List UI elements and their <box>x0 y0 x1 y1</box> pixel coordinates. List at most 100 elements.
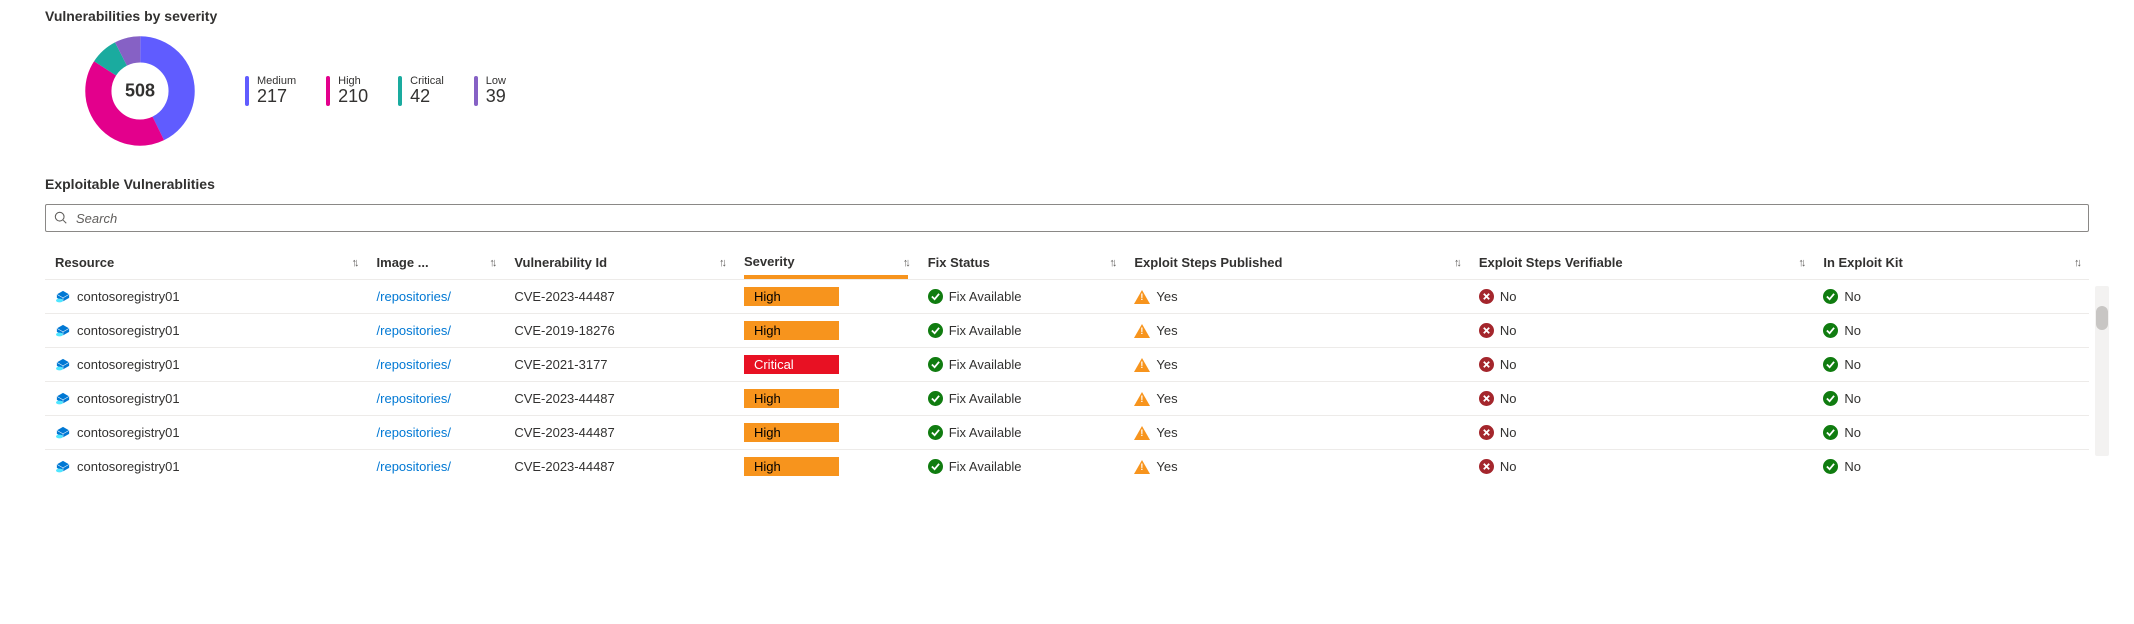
container-registry-icon <box>55 392 71 406</box>
column-kit[interactable]: In Exploit Kit↑↓ <box>1813 246 2089 280</box>
legend-value: 210 <box>338 87 368 107</box>
warning-icon <box>1134 358 1150 372</box>
table-section-title: Exploitable Vulnerablities <box>45 176 2089 192</box>
in-exploit-kit: No <box>1844 357 1861 372</box>
fix-status: Fix Available <box>949 459 1022 474</box>
check-icon <box>928 289 943 304</box>
severity-badge: High <box>744 423 839 442</box>
fix-status: Fix Available <box>949 289 1022 304</box>
image-link[interactable]: /repositories/ <box>377 425 451 440</box>
exploit-verifiable: No <box>1500 425 1517 440</box>
vuln-id: CVE-2019-18276 <box>504 314 734 348</box>
search-icon <box>54 211 68 225</box>
column-resource[interactable]: Resource↑↓ <box>45 246 367 280</box>
check-icon <box>1823 323 1838 338</box>
image-link[interactable]: /repositories/ <box>377 357 451 372</box>
container-registry-icon <box>55 426 71 440</box>
cross-icon <box>1479 459 1494 474</box>
table-row[interactable]: contosoregistry01 /repositories/ CVE-202… <box>45 348 2089 382</box>
resource-name: contosoregistry01 <box>77 323 180 338</box>
exploit-verifiable: No <box>1500 323 1517 338</box>
legend-item-high[interactable]: High 210 <box>326 75 368 107</box>
resource-name: contosoregistry01 <box>77 289 180 304</box>
donut-total: 508 <box>125 81 155 102</box>
legend-color-bar <box>245 76 249 106</box>
warning-icon <box>1134 392 1150 406</box>
legend-item-medium[interactable]: Medium 217 <box>245 75 296 107</box>
severity-badge: High <box>744 457 839 476</box>
sort-icon[interactable]: ↑↓ <box>1798 257 1803 269</box>
column-verifiable[interactable]: Exploit Steps Verifiable↑↓ <box>1469 246 1813 280</box>
legend-color-bar <box>398 76 402 106</box>
exploit-published: Yes <box>1156 357 1177 372</box>
check-icon <box>1823 289 1838 304</box>
sort-icon[interactable]: ↑↓ <box>1454 257 1459 269</box>
exploit-verifiable: No <box>1500 459 1517 474</box>
legend-value: 39 <box>486 87 506 107</box>
exploit-published: Yes <box>1156 323 1177 338</box>
warning-icon <box>1134 460 1150 474</box>
sort-icon[interactable]: ↑↓ <box>1109 257 1114 269</box>
check-icon <box>928 425 943 440</box>
severity-badge: Critical <box>744 355 839 374</box>
table-row[interactable]: contosoregistry01 /repositories/ CVE-202… <box>45 416 2089 450</box>
resource-name: contosoregistry01 <box>77 357 180 372</box>
in-exploit-kit: No <box>1844 323 1861 338</box>
sort-icon[interactable]: ↑↓ <box>352 257 357 269</box>
exploit-published: Yes <box>1156 391 1177 406</box>
exploit-verifiable: No <box>1500 391 1517 406</box>
cross-icon <box>1479 289 1494 304</box>
check-icon <box>1823 357 1838 372</box>
column-image[interactable]: Image ...↑↓ <box>367 246 505 280</box>
donut-chart: 508 <box>85 36 195 146</box>
legend-item-low[interactable]: Low 39 <box>474 75 506 107</box>
search-input[interactable] <box>74 210 2080 227</box>
table-row[interactable]: contosoregistry01 /repositories/ CVE-202… <box>45 450 2089 484</box>
image-link[interactable]: /repositories/ <box>377 459 451 474</box>
container-registry-icon <box>55 460 71 474</box>
scrollbar-thumb[interactable] <box>2096 306 2108 330</box>
exploit-verifiable: No <box>1500 357 1517 372</box>
column-severity[interactable]: Severity↑↓ <box>734 246 918 280</box>
table-row[interactable]: contosoregistry01 /repositories/ CVE-202… <box>45 382 2089 416</box>
check-icon <box>1823 391 1838 406</box>
image-link[interactable]: /repositories/ <box>377 289 451 304</box>
fix-status: Fix Available <box>949 357 1022 372</box>
column-fix[interactable]: Fix Status↑↓ <box>918 246 1125 280</box>
warning-icon <box>1134 426 1150 440</box>
cross-icon <box>1479 425 1494 440</box>
column-vulnId[interactable]: Vulnerability Id↑↓ <box>504 246 734 280</box>
check-icon <box>928 323 943 338</box>
vuln-id: CVE-2023-44487 <box>504 280 734 314</box>
sort-icon[interactable]: ↑↓ <box>903 257 908 269</box>
legend-value: 217 <box>257 87 296 107</box>
severity-badge: High <box>744 287 839 306</box>
table-row[interactable]: contosoregistry01 /repositories/ CVE-201… <box>45 314 2089 348</box>
legend-color-bar <box>326 76 330 106</box>
check-icon <box>1823 425 1838 440</box>
column-published[interactable]: Exploit Steps Published↑↓ <box>1124 246 1468 280</box>
severity-section-title: Vulnerabilities by severity <box>45 8 2089 24</box>
sort-icon[interactable]: ↑↓ <box>489 257 494 269</box>
severity-badge: High <box>744 389 839 408</box>
exploit-published: Yes <box>1156 459 1177 474</box>
legend-item-critical[interactable]: Critical 42 <box>398 75 444 107</box>
sort-icon[interactable]: ↑↓ <box>2074 257 2079 269</box>
image-link[interactable]: /repositories/ <box>377 391 451 406</box>
image-link[interactable]: /repositories/ <box>377 323 451 338</box>
table-row[interactable]: contosoregistry01 /repositories/ CVE-202… <box>45 280 2089 314</box>
resource-name: contosoregistry01 <box>77 391 180 406</box>
container-registry-icon <box>55 290 71 304</box>
resource-name: contosoregistry01 <box>77 459 180 474</box>
sort-icon[interactable]: ↑↓ <box>719 257 724 269</box>
vuln-id: CVE-2021-3177 <box>504 348 734 382</box>
container-registry-icon <box>55 358 71 372</box>
severity-summary: 508 Medium 217 High 210 Critical 42 Low … <box>45 36 2089 146</box>
vuln-id: CVE-2023-44487 <box>504 450 734 484</box>
exploit-published: Yes <box>1156 425 1177 440</box>
severity-badge: High <box>744 321 839 340</box>
fix-status: Fix Available <box>949 323 1022 338</box>
cross-icon <box>1479 323 1494 338</box>
search-box[interactable] <box>45 204 2089 232</box>
warning-icon <box>1134 290 1150 304</box>
